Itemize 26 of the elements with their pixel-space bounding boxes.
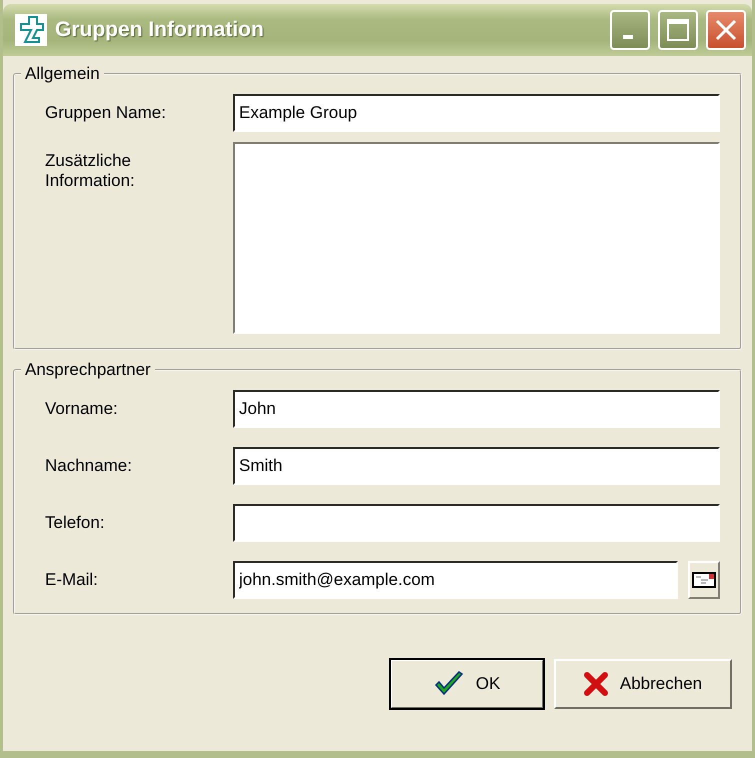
close-icon (714, 18, 738, 42)
cancel-button[interactable]: Abbrechen (554, 659, 732, 709)
text-field[interactable]: Smith (233, 447, 720, 485)
text-field[interactable]: John (233, 390, 720, 428)
email-button[interactable] (688, 561, 720, 599)
group-title: Ansprechpartner (24, 360, 152, 380)
close-button[interactable] (706, 10, 746, 50)
text-field[interactable]: Example Group (233, 94, 720, 132)
maximize-button[interactable] (658, 10, 698, 50)
ok-button[interactable]: OK (390, 659, 544, 709)
field-label: Zusätzliche Information: (44, 150, 136, 191)
field-label: E-Mail: (44, 569, 99, 590)
app-icon (15, 14, 47, 46)
text-field[interactable] (233, 504, 720, 542)
field-label: Telefon: (44, 512, 106, 533)
field-label: Gruppen Name: (44, 102, 167, 123)
cross-icon (584, 672, 608, 696)
minimize-button[interactable] (610, 10, 650, 50)
field-label: Vorname: (44, 398, 119, 419)
window-title: Gruppen Information (55, 18, 265, 42)
checkmark-icon (434, 671, 464, 697)
group-title: Allgemein (24, 64, 101, 84)
field-label: Nachname: (44, 455, 133, 476)
envelope-icon (692, 572, 716, 588)
maximize-icon (666, 18, 690, 42)
minimize-icon (623, 35, 633, 39)
